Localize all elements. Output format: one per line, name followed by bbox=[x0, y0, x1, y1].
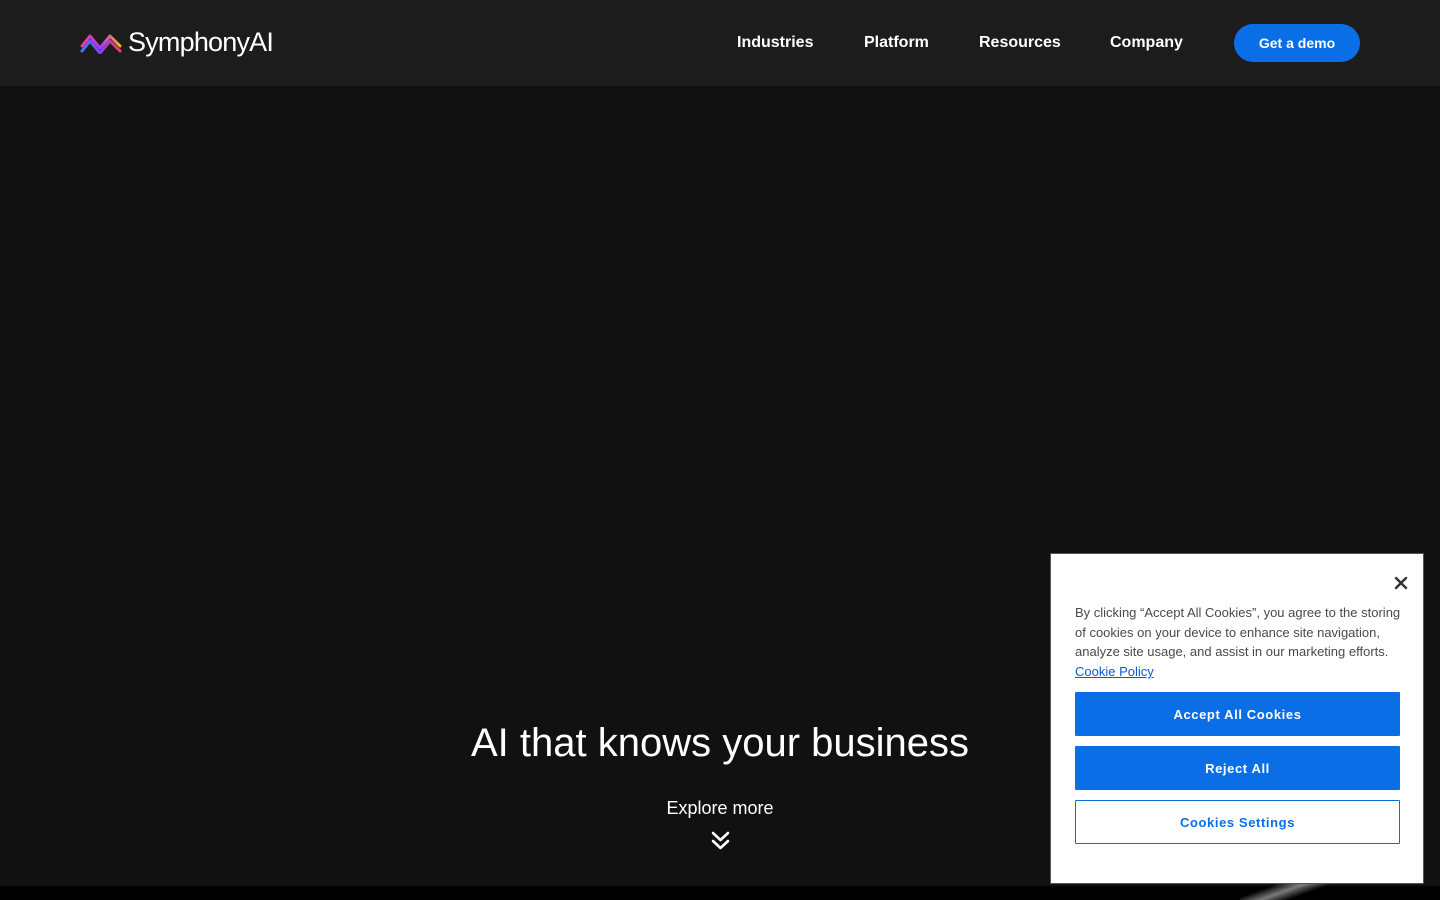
get-a-demo-button[interactable]: Get a demo bbox=[1234, 24, 1360, 62]
nav-platform[interactable]: Platform bbox=[864, 30, 929, 56]
cookie-consent-text: By clicking “Accept All Cookies”, you ag… bbox=[1075, 603, 1401, 682]
decorative-glint bbox=[1240, 882, 1330, 900]
cookie-policy-link[interactable]: Cookie Policy bbox=[1075, 664, 1154, 679]
nav-resources[interactable]: Resources bbox=[979, 30, 1061, 56]
double-chevron-down-icon[interactable] bbox=[710, 830, 731, 851]
page: SymphonyAI Industries Platform Resources… bbox=[0, 0, 1440, 900]
accept-all-cookies-button[interactable]: Accept All Cookies bbox=[1075, 692, 1400, 736]
nav-industries[interactable]: Industries bbox=[737, 30, 813, 56]
cookies-settings-button[interactable]: Cookies Settings bbox=[1075, 800, 1400, 844]
close-icon[interactable] bbox=[1389, 571, 1413, 595]
reject-all-button[interactable]: Reject All bbox=[1075, 746, 1400, 790]
cookie-consent-dialog: By clicking “Accept All Cookies”, you ag… bbox=[1050, 553, 1424, 884]
bottom-section-edge bbox=[0, 886, 1440, 900]
nav-company[interactable]: Company bbox=[1110, 30, 1183, 56]
main-nav: Industries Platform Resources Company bbox=[0, 30, 1440, 56]
cookie-consent-message: By clicking “Accept All Cookies”, you ag… bbox=[1075, 605, 1401, 660]
site-header: SymphonyAI Industries Platform Resources… bbox=[0, 0, 1440, 86]
